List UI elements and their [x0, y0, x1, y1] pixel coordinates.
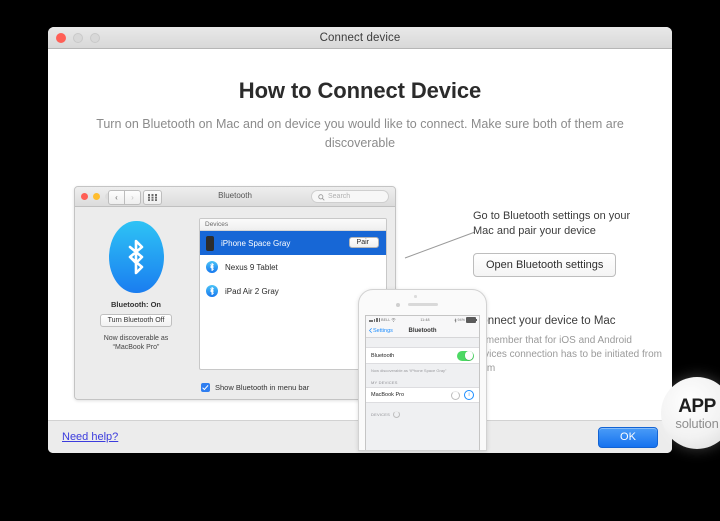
bluetooth-glyph [128, 239, 144, 275]
page-subtitle: Turn on Bluetooth on Mac and on device y… [96, 117, 624, 150]
annotation-connect-device-body: Remember that for iOS and Android device… [473, 335, 662, 374]
watermark-line1: APP [678, 395, 716, 417]
screenshot-root: Connect device How to Connect Device Tur… [0, 0, 720, 521]
loading-spinner-icon [451, 390, 460, 400]
bt-window-content: Bluetooth: On Turn Bluetooth Off Now dis… [75, 207, 395, 399]
device-name: iPhone Space Gray [221, 238, 291, 248]
table-row: Nexus 9 Tablet [200, 255, 386, 279]
iphone-devices-header: DEVICES [366, 403, 479, 418]
iphone-my-devices-header: MY DEVICES [371, 380, 398, 385]
watermark-line2: solution [675, 415, 719, 431]
annotation-mac-pair: Go to Bluetooth settings on your Mac and… [473, 209, 653, 277]
checkbox-icon [201, 383, 210, 392]
device-name: iPad Air 2 Gray [225, 286, 279, 296]
pair-button: Pair [348, 237, 379, 248]
annotation-connect-device: Connect your device to Mac Remember that… [473, 315, 663, 376]
leader-line-mac-pair [404, 231, 476, 259]
iphone-camera-icon [396, 303, 400, 307]
iphone-bluetooth-row: Bluetooth [366, 347, 479, 364]
carrier-label: BELL [381, 317, 391, 322]
bt-discoverable-label: Now discoverable as [103, 335, 169, 342]
connect-device-window: Connect device How to Connect Device Tur… [48, 27, 672, 453]
window-traffic-lights[interactable] [56, 33, 100, 43]
window-body: How to Connect Device Turn on Bluetooth … [48, 49, 672, 451]
window-title: Connect device [319, 31, 401, 44]
battery-percent-label: 94% [457, 318, 465, 322]
iphone-nav-title: Bluetooth [408, 327, 437, 334]
table-row: iPhone Space Gray Pair [200, 231, 386, 255]
iphone-speaker-icon [407, 303, 438, 306]
show-bluetooth-in-menu-bar-checkbox: Show Bluetooth in menu bar [201, 383, 309, 392]
iphone-devices-label: DEVICES [371, 412, 390, 417]
iphone-sensor-icon [414, 295, 417, 298]
bt-search-field: Search [311, 190, 389, 203]
bluetooth-logo-icon [108, 221, 164, 293]
iphone-status-left: BELL [369, 317, 397, 323]
open-bluetooth-settings-button[interactable]: Open Bluetooth settings [473, 253, 617, 277]
annotation-connect-device-title: Connect your device to Mac [473, 315, 616, 327]
loading-spinner-icon [392, 411, 400, 418]
annotation-mac-pair-text: Go to Bluetooth settings on your Mac and… [473, 210, 631, 237]
zoom-button-icon[interactable] [90, 33, 100, 43]
list-item: MacBook Pro i [366, 387, 479, 403]
iphone-device-accessories: i [451, 390, 474, 400]
iphone-discoverable-note: Now discoverable as “iPhone Space Gray” [371, 368, 447, 373]
iphone-device-name: MacBook Pro [371, 392, 405, 398]
iphone-screenshot: BELL 11:48 94% Settings Bluetooth Blueto… [358, 289, 487, 451]
signal-bars-icon [369, 317, 381, 323]
page-title: How to Connect Device [238, 78, 482, 103]
bluetooth-preferences-screenshot: ‹ › Bluetooth Search Bluetooth: On Turn … [74, 186, 396, 400]
close-button-icon[interactable] [56, 33, 66, 43]
bluetooth-glyph [210, 286, 214, 296]
bluetooth-icon [454, 317, 456, 323]
ok-button[interactable]: OK [598, 426, 658, 448]
iphone-screen: BELL 11:48 94% Settings Bluetooth Blueto… [365, 315, 480, 450]
window-titlebar: Connect device [48, 27, 672, 49]
iphone-bluetooth-label: Bluetooth [371, 352, 395, 359]
iphone-spacer [366, 338, 479, 347]
bluetooth-device-icon [206, 285, 218, 297]
iphone-icon [206, 235, 214, 251]
iphone-status-right: 94% [454, 317, 477, 323]
device-name: Nexus 9 Tablet [225, 262, 278, 272]
iphone-nav-bar: Settings Bluetooth [366, 324, 479, 338]
info-icon: i [464, 390, 474, 400]
bluetooth-toggle-switch [457, 350, 474, 361]
bt-devices-header: Devices [200, 219, 386, 231]
checkbox-label: Show Bluetooth in menu bar [215, 383, 310, 392]
bluetooth-device-icon [206, 261, 218, 273]
bt-window-toolbar: ‹ › Bluetooth Search [75, 187, 395, 207]
minimize-button-icon[interactable] [73, 33, 83, 43]
bt-status-label: Bluetooth: On [111, 300, 161, 309]
bt-discoverable-name: “MacBook Pro” [112, 344, 160, 351]
bt-search-placeholder: Search [328, 193, 351, 200]
bt-left-panel: Bluetooth: On Turn Bluetooth Off Now dis… [75, 207, 197, 351]
clock-label: 11:48 [420, 318, 430, 322]
battery-icon [466, 317, 477, 323]
bluetooth-glyph [210, 262, 214, 272]
need-help-link[interactable]: Need help? [62, 431, 118, 443]
wifi-icon [391, 318, 397, 322]
iphone-status-bar: BELL 11:48 94% [366, 316, 479, 324]
turn-bluetooth-off-button: Turn Bluetooth Off [99, 314, 173, 327]
search-icon [318, 194, 325, 201]
